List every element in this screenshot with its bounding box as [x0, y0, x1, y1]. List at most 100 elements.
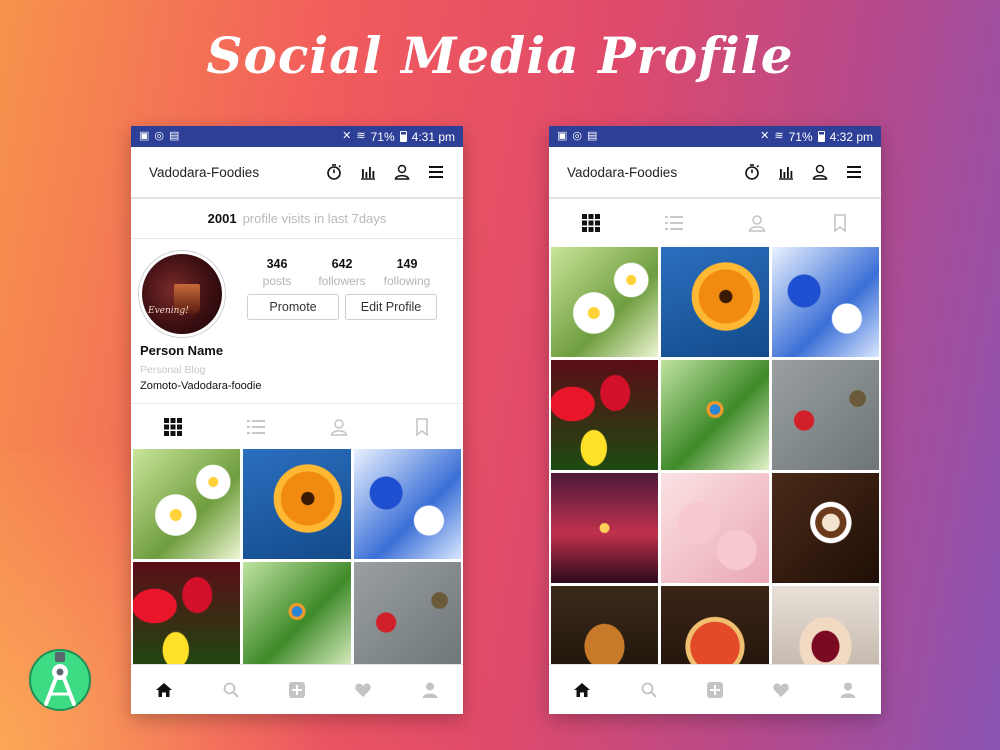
- android-studio-logo: [29, 649, 91, 711]
- avatar[interactable]: Evening!: [139, 251, 225, 337]
- stat-posts[interactable]: 346 posts: [247, 257, 307, 288]
- stat-label: posts: [262, 274, 292, 288]
- profile-visits-banner: 2001 profile visits in last 7days: [131, 199, 463, 239]
- tagged-person-icon: [748, 215, 765, 232]
- avatar-text: Evening!: [148, 306, 189, 316]
- profile-name: Person Name: [140, 343, 224, 358]
- nav-home[interactable]: [564, 672, 600, 708]
- page-headline: Social Media Profile: [206, 26, 794, 85]
- list-icon: [664, 216, 683, 230]
- battery-percent: 71%: [370, 129, 395, 144]
- visits-count: 2001: [207, 211, 237, 226]
- photo-daisy[interactable]: [133, 449, 241, 559]
- profile-icon: [422, 682, 438, 698]
- nav-activity[interactable]: [763, 672, 799, 708]
- person-icon[interactable]: [393, 163, 411, 181]
- file-notification-icon: ▤: [169, 130, 180, 142]
- sync-notification-icon: ◎: [154, 130, 165, 142]
- home-icon: [574, 682, 591, 697]
- search-icon: [223, 682, 239, 698]
- search-icon: [641, 682, 657, 698]
- nav-profile[interactable]: [412, 672, 448, 708]
- tab-saved[interactable]: [820, 213, 860, 233]
- profile-header: Evening! 346 posts 642 followers 149 fol…: [131, 239, 463, 343]
- photo-grid: [131, 449, 463, 672]
- add-post-icon: [288, 681, 305, 698]
- bar-chart-icon[interactable]: [359, 163, 377, 181]
- photo-kingfisher[interactable]: [661, 360, 769, 470]
- tab-tagged[interactable]: [319, 417, 359, 437]
- list-icon: [246, 419, 265, 434]
- nav-activity[interactable]: [345, 672, 381, 708]
- bottom-nav: [549, 664, 881, 714]
- battery-percent: 71%: [788, 129, 813, 144]
- sync-notification-icon: ◎: [572, 130, 583, 142]
- add-post-icon: [706, 681, 723, 698]
- phone-profile-screen: ▣ ◎ ▤ ✕ ≋ 71% 4:31 pm Vadodara-Foodies 2…: [131, 126, 463, 714]
- file-notification-icon: ▤: [587, 130, 598, 142]
- nav-add-post[interactable]: [279, 672, 315, 708]
- bottom-nav: [131, 664, 463, 714]
- menu-icon[interactable]: [845, 163, 863, 181]
- photo-kingfisher[interactable]: [243, 562, 351, 672]
- photo-blue-flower[interactable]: [353, 449, 461, 559]
- grid-icon: [163, 417, 182, 436]
- tab-list[interactable]: [654, 213, 694, 233]
- app-bar: Vadodara-Foodies: [549, 147, 881, 199]
- tab-saved[interactable]: [402, 417, 442, 437]
- menu-icon[interactable]: [427, 163, 445, 181]
- app-bar: Vadodara-Foodies: [131, 147, 463, 199]
- timer-icon[interactable]: [743, 163, 761, 181]
- edit-profile-button[interactable]: Edit Profile: [345, 294, 437, 320]
- stat-label: followers: [318, 274, 366, 288]
- stat-value: 149: [396, 257, 418, 271]
- stat-value: 346: [266, 257, 288, 271]
- photo-heart-cookies[interactable]: [661, 473, 769, 583]
- visits-label: profile visits in last 7days: [242, 211, 387, 226]
- person-icon[interactable]: [811, 163, 829, 181]
- profile-tabs: [549, 199, 881, 247]
- promote-button[interactable]: Promote: [247, 294, 339, 320]
- mute-icon: ✕: [760, 130, 770, 142]
- photo-daisy[interactable]: [551, 247, 659, 357]
- clock: 4:32 pm: [829, 129, 873, 144]
- nav-home[interactable]: [146, 672, 182, 708]
- photo-sunset-birds[interactable]: [551, 473, 659, 583]
- tab-tagged[interactable]: [737, 213, 777, 233]
- nav-search[interactable]: [213, 672, 249, 708]
- tagged-person-icon: [330, 418, 347, 436]
- home-icon: [156, 682, 173, 697]
- nav-search[interactable]: [631, 672, 667, 708]
- wifi-icon: ≋: [774, 130, 784, 142]
- battery-icon: [817, 131, 825, 142]
- photo-hummingbird[interactable]: [353, 562, 461, 672]
- profile-icon: [840, 682, 856, 698]
- timer-icon[interactable]: [325, 163, 343, 181]
- photo-tulips[interactable]: [133, 562, 241, 672]
- tab-grid[interactable]: [153, 417, 193, 437]
- stat-followers[interactable]: 642 followers: [312, 257, 372, 288]
- heart-icon: [773, 683, 790, 697]
- app-title: Vadodara-Foodies: [567, 164, 678, 180]
- mute-icon: ✕: [342, 130, 352, 142]
- bar-chart-icon[interactable]: [777, 163, 795, 181]
- tab-list[interactable]: [236, 417, 276, 437]
- profile-category: Personal Blog: [140, 364, 206, 376]
- photo-gerbera[interactable]: [661, 247, 769, 357]
- photo-grid: [549, 247, 881, 696]
- photo-hummingbird[interactable]: [771, 360, 879, 470]
- profile-link[interactable]: Zomoto-Vadodara-foodie: [140, 380, 454, 392]
- nav-profile[interactable]: [830, 672, 866, 708]
- nav-add-post[interactable]: [697, 672, 733, 708]
- photo-gerbera[interactable]: [243, 449, 351, 559]
- photo-tulips[interactable]: [551, 360, 659, 470]
- status-bar: ▣ ◎ ▤ ✕ ≋ 71% 4:31 pm: [131, 126, 463, 147]
- photo-coffee[interactable]: [771, 473, 879, 583]
- profile-bio: Person Name Personal Blog Zomoto-Vadodar…: [131, 343, 463, 403]
- gallery-notification-icon: ▣: [139, 130, 150, 142]
- profile-stats: 346 posts 642 followers 149 following: [247, 251, 437, 288]
- stat-following[interactable]: 149 following: [377, 257, 437, 288]
- photo-blue-flower[interactable]: [771, 247, 879, 357]
- gallery-notification-icon: ▣: [557, 130, 568, 142]
- tab-grid[interactable]: [571, 213, 611, 233]
